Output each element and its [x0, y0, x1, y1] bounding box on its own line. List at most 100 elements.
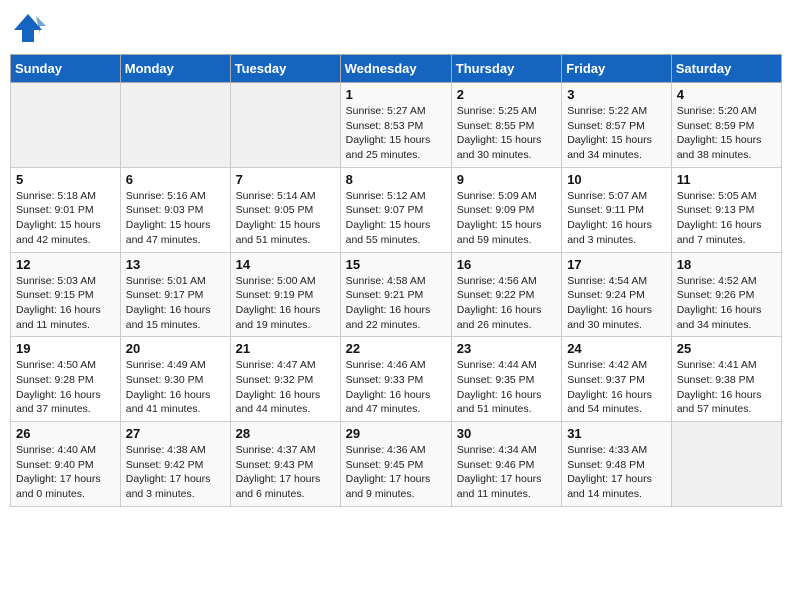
- day-info: Sunrise: 5:01 AM Sunset: 9:17 PM Dayligh…: [126, 274, 225, 333]
- day-info: Sunrise: 4:42 AM Sunset: 9:37 PM Dayligh…: [567, 358, 666, 417]
- day-info: Sunrise: 4:56 AM Sunset: 9:22 PM Dayligh…: [457, 274, 556, 333]
- header-wednesday: Wednesday: [340, 55, 451, 83]
- calendar-cell: [11, 83, 121, 168]
- calendar-cell: [120, 83, 230, 168]
- day-number: 31: [567, 426, 666, 441]
- calendar-cell: [671, 422, 781, 507]
- calendar-cell: 17 Sunrise: 4:54 AM Sunset: 9:24 PM Dayli…: [562, 252, 672, 337]
- calendar-cell: [230, 83, 340, 168]
- day-info: Sunrise: 4:54 AM Sunset: 9:24 PM Dayligh…: [567, 274, 666, 333]
- calendar-cell: 1 Sunrise: 5:27 AM Sunset: 8:53 PM Daylig…: [340, 83, 451, 168]
- day-info: Sunrise: 4:52 AM Sunset: 9:26 PM Dayligh…: [677, 274, 776, 333]
- calendar-week-3: 12Sunrise: 5:03 AM Sunset: 9:15 PM Dayli…: [11, 252, 782, 337]
- day-number: 26: [16, 426, 115, 441]
- calendar-header-row: SundayMondayTuesdayWednesdayThursdayFrid…: [11, 55, 782, 83]
- day-number: 30: [457, 426, 556, 441]
- header-monday: Monday: [120, 55, 230, 83]
- calendar-cell: 9 Sunrise: 5:09 AM Sunset: 9:09 PM Daylig…: [451, 167, 561, 252]
- calendar-table: SundayMondayTuesdayWednesdayThursdayFrid…: [10, 54, 782, 507]
- day-number: 7: [236, 172, 335, 187]
- day-info: Sunrise: 4:34 AM Sunset: 9:46 PM Dayligh…: [457, 443, 556, 502]
- header-saturday: Saturday: [671, 55, 781, 83]
- day-number: 29: [346, 426, 446, 441]
- day-number: 27: [126, 426, 225, 441]
- day-info: Sunrise: 4:50 AM Sunset: 9:28 PM Dayligh…: [16, 358, 115, 417]
- calendar-cell: 21 Sunrise: 4:47 AM Sunset: 9:32 PM Dayli…: [230, 337, 340, 422]
- day-info: Sunrise: 4:38 AM Sunset: 9:42 PM Dayligh…: [126, 443, 225, 502]
- calendar-week-4: 19Sunrise: 4:50 AM Sunset: 9:28 PM Dayli…: [11, 337, 782, 422]
- day-number: 14: [236, 257, 335, 272]
- calendar-cell: 29 Sunrise: 4:36 AM Sunset: 9:45 PM Dayli…: [340, 422, 451, 507]
- day-number: 18: [677, 257, 776, 272]
- day-number: 1: [346, 87, 446, 102]
- calendar-cell: 8Sunrise: 5:12 AM Sunset: 9:07 PM Daylig…: [340, 167, 451, 252]
- day-info: Sunrise: 5:07 AM Sunset: 9:11 PM Dayligh…: [567, 189, 666, 248]
- day-number: 28: [236, 426, 335, 441]
- day-info: Sunrise: 5:18 AM Sunset: 9:01 PM Dayligh…: [16, 189, 115, 248]
- calendar-cell: 26 Sunrise: 4:40 AM Sunset: 9:40 PM Dayli…: [11, 422, 121, 507]
- day-info: Sunrise: 4:49 AM Sunset: 9:30 PM Dayligh…: [126, 358, 225, 417]
- day-info: Sunrise: 5:05 AM Sunset: 9:13 PM Dayligh…: [677, 189, 776, 248]
- header-friday: Friday: [562, 55, 672, 83]
- day-number: 4: [677, 87, 776, 102]
- day-number: 21: [236, 341, 335, 356]
- calendar-cell: 20 Sunrise: 4:49 AM Sunset: 9:30 PM Dayli…: [120, 337, 230, 422]
- day-info: Sunrise: 5:27 AM Sunset: 8:53 PM Dayligh…: [346, 104, 446, 163]
- calendar-cell: 11 Sunrise: 5:05 AM Sunset: 9:13 PM Dayli…: [671, 167, 781, 252]
- calendar-cell: 10Sunrise: 5:07 AM Sunset: 9:11 PM Dayli…: [562, 167, 672, 252]
- day-info: Sunrise: 4:41 AM Sunset: 9:38 PM Dayligh…: [677, 358, 776, 417]
- day-info: Sunrise: 5:16 AM Sunset: 9:03 PM Dayligh…: [126, 189, 225, 248]
- calendar-cell: 27 Sunrise: 4:38 AM Sunset: 9:42 PM Dayli…: [120, 422, 230, 507]
- day-number: 9: [457, 172, 556, 187]
- calendar-cell: 4 Sunrise: 5:20 AM Sunset: 8:59 PM Daylig…: [671, 83, 781, 168]
- calendar-cell: 28 Sunrise: 4:37 AM Sunset: 9:43 PM Dayli…: [230, 422, 340, 507]
- day-info: Sunrise: 5:09 AM Sunset: 9:09 PM Dayligh…: [457, 189, 556, 248]
- logo: [10, 10, 50, 46]
- header-sunday: Sunday: [11, 55, 121, 83]
- day-info: Sunrise: 4:40 AM Sunset: 9:40 PM Dayligh…: [16, 443, 115, 502]
- day-number: 13: [126, 257, 225, 272]
- day-info: Sunrise: 4:58 AM Sunset: 9:21 PM Dayligh…: [346, 274, 446, 333]
- day-number: 11: [677, 172, 776, 187]
- calendar-cell: 5 Sunrise: 5:18 AM Sunset: 9:01 PM Daylig…: [11, 167, 121, 252]
- calendar-cell: 3 Sunrise: 5:22 AM Sunset: 8:57 PM Daylig…: [562, 83, 672, 168]
- day-info: Sunrise: 5:25 AM Sunset: 8:55 PM Dayligh…: [457, 104, 556, 163]
- day-info: Sunrise: 4:37 AM Sunset: 9:43 PM Dayligh…: [236, 443, 335, 502]
- day-info: Sunrise: 4:47 AM Sunset: 9:32 PM Dayligh…: [236, 358, 335, 417]
- day-info: Sunrise: 5:22 AM Sunset: 8:57 PM Dayligh…: [567, 104, 666, 163]
- day-number: 17: [567, 257, 666, 272]
- day-number: 22: [346, 341, 446, 356]
- day-info: Sunrise: 4:36 AM Sunset: 9:45 PM Dayligh…: [346, 443, 446, 502]
- header-thursday: Thursday: [451, 55, 561, 83]
- calendar-cell: 22 Sunrise: 4:46 AM Sunset: 9:33 PM Dayli…: [340, 337, 451, 422]
- day-info: Sunrise: 4:44 AM Sunset: 9:35 PM Dayligh…: [457, 358, 556, 417]
- calendar-cell: 30 Sunrise: 4:34 AM Sunset: 9:46 PM Dayli…: [451, 422, 561, 507]
- day-number: 5: [16, 172, 115, 187]
- day-number: 8: [346, 172, 446, 187]
- page-header: [10, 10, 782, 46]
- day-info: Sunrise: 5:00 AM Sunset: 9:19 PM Dayligh…: [236, 274, 335, 333]
- header-tuesday: Tuesday: [230, 55, 340, 83]
- day-number: 15: [346, 257, 446, 272]
- calendar-cell: 25 Sunrise: 4:41 AM Sunset: 9:38 PM Dayli…: [671, 337, 781, 422]
- calendar-cell: 14 Sunrise: 5:00 AM Sunset: 9:19 PM Dayli…: [230, 252, 340, 337]
- calendar-week-5: 26 Sunrise: 4:40 AM Sunset: 9:40 PM Dayli…: [11, 422, 782, 507]
- calendar-cell: 2Sunrise: 5:25 AM Sunset: 8:55 PM Daylig…: [451, 83, 561, 168]
- day-info: Sunrise: 5:20 AM Sunset: 8:59 PM Dayligh…: [677, 104, 776, 163]
- day-info: Sunrise: 5:03 AM Sunset: 9:15 PM Dayligh…: [16, 274, 115, 333]
- calendar-cell: 24 Sunrise: 4:42 AM Sunset: 9:37 PM Dayli…: [562, 337, 672, 422]
- calendar-week-2: 5 Sunrise: 5:18 AM Sunset: 9:01 PM Daylig…: [11, 167, 782, 252]
- day-number: 20: [126, 341, 225, 356]
- day-number: 3: [567, 87, 666, 102]
- day-info: Sunrise: 5:14 AM Sunset: 9:05 PM Dayligh…: [236, 189, 335, 248]
- day-info: Sunrise: 4:46 AM Sunset: 9:33 PM Dayligh…: [346, 358, 446, 417]
- calendar-cell: 23 Sunrise: 4:44 AM Sunset: 9:35 PM Dayli…: [451, 337, 561, 422]
- calendar-cell: 6Sunrise: 5:16 AM Sunset: 9:03 PM Daylig…: [120, 167, 230, 252]
- calendar-week-1: 1 Sunrise: 5:27 AM Sunset: 8:53 PM Daylig…: [11, 83, 782, 168]
- day-number: 23: [457, 341, 556, 356]
- calendar-cell: 19Sunrise: 4:50 AM Sunset: 9:28 PM Dayli…: [11, 337, 121, 422]
- day-number: 24: [567, 341, 666, 356]
- day-number: 25: [677, 341, 776, 356]
- calendar-cell: 15 Sunrise: 4:58 AM Sunset: 9:21 PM Dayli…: [340, 252, 451, 337]
- day-info: Sunrise: 4:33 AM Sunset: 9:48 PM Dayligh…: [567, 443, 666, 502]
